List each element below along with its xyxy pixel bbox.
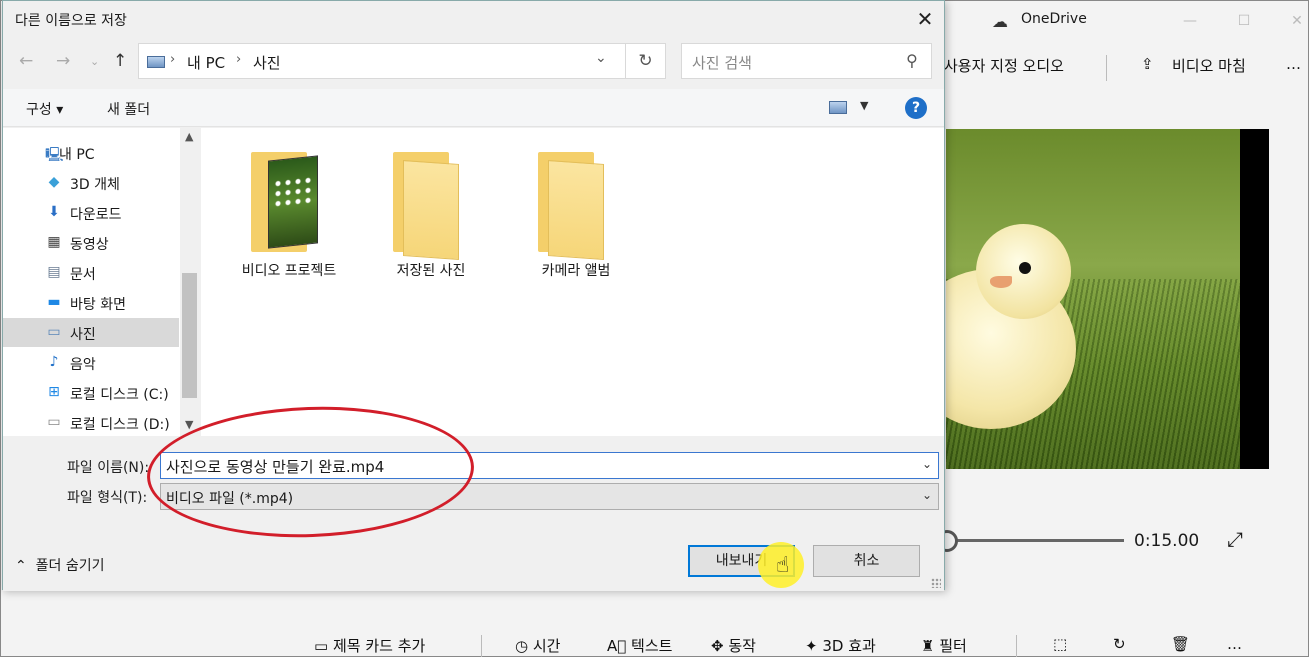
cancel-button[interactable]: 취소 xyxy=(813,545,920,577)
more-tools-button[interactable]: … xyxy=(1227,635,1242,653)
file-type-label: 파일 형식(T): xyxy=(67,490,148,506)
breadcrumb-this-pc[interactable]: 내 PC xyxy=(187,52,225,73)
scroll-up-icon[interactable]: ▲ xyxy=(185,130,193,143)
organize-menu[interactable]: 구성 ▾ xyxy=(26,99,63,119)
folder-camera-roll[interactable]: 카메라 앨범 xyxy=(511,148,641,288)
help-icon[interactable]: ? xyxy=(905,97,927,119)
desktop-icon: ▬ xyxy=(47,294,61,310)
folder-saved-pictures[interactable]: 저장된 사진 xyxy=(366,148,496,288)
rotate-icon[interactable]: ↻ xyxy=(1113,635,1126,653)
search-input[interactable]: 사진 검색 ⚲ xyxy=(681,43,932,79)
text-button[interactable]: A⃞ 텍스트 xyxy=(607,635,672,656)
nav-item-downloads[interactable]: ⬇ 다운로드 xyxy=(3,198,179,227)
nav-item-documents[interactable]: ▤ 문서 xyxy=(3,258,179,287)
folder-label: 비디오 프로젝트 xyxy=(241,263,337,279)
folder-label: 저장된 사진 xyxy=(396,263,466,279)
add-title-card-button[interactable]: ▭ 제목 카드 추가 xyxy=(314,635,425,656)
nav-item-drive-d[interactable]: ▭ 로컬 디스크 (D:) xyxy=(3,408,179,436)
delete-icon[interactable]: 🗑 xyxy=(1171,635,1190,653)
forward-arrow-icon[interactable]: → xyxy=(56,51,70,71)
chick-photo xyxy=(946,129,1240,469)
3d-objects-icon: ◆ xyxy=(48,174,60,190)
dialog-title: 다른 이름으로 저장 xyxy=(15,13,127,29)
expand-icon[interactable]: ⤢ xyxy=(1227,527,1243,551)
refresh-button[interactable]: ↻ xyxy=(626,43,666,79)
save-as-dialog: 다른 이름으로 저장 ✕ ← → ⌄ ↑ › 내 PC › 사진 ⌄ ↻ 사진 … xyxy=(2,0,945,591)
pictures-folder-icon xyxy=(147,56,165,68)
hand-cursor-icon: ☝ xyxy=(776,553,790,578)
close-dialog-button[interactable]: ✕ xyxy=(908,4,942,34)
nav-scrollbar[interactable]: ▲ ▼ xyxy=(180,128,199,436)
maximize-button[interactable]: ☐ xyxy=(1230,9,1258,33)
close-window-button[interactable]: ✕ xyxy=(1283,9,1309,33)
nav-item-desktop[interactable]: ▬ 바탕 화면 xyxy=(3,288,179,317)
more-options-button[interactable]: … xyxy=(1286,55,1301,73)
file-name-label: 파일 이름(N): xyxy=(67,460,150,476)
address-dropdown-icon[interactable]: ⌄ xyxy=(595,50,607,66)
finish-video-button[interactable]: 비디오 마침 xyxy=(1172,55,1246,76)
app-toolbar: 사용자 지정 오디오 ⇪ 비디오 마침 … xyxy=(944,45,1308,89)
view-options-icon[interactable] xyxy=(829,101,847,114)
new-folder-button[interactable]: 새 폴더 xyxy=(107,99,150,119)
file-list: 비디오 프로젝트 저장된 사진 카메라 앨범 xyxy=(201,128,944,436)
drive-d-icon: ▭ xyxy=(47,414,61,430)
nav-item-this-pc[interactable]: 🖳 내 PC xyxy=(3,138,179,167)
up-arrow-icon[interactable]: ↑ xyxy=(113,51,127,71)
navigation-pane: 🖳 내 PC ◆ 3D 개체 ⬇ 다운로드 ▦ 동영상 ▤ 문서 ▬ 바탕 화면… xyxy=(3,128,199,436)
download-icon: ⬇ xyxy=(48,204,60,220)
filters-button[interactable]: ♜ 필터 xyxy=(921,635,967,656)
bottom-toolbar: ▭ 제목 카드 추가 ◷ 시간 A⃞ 텍스트 ✥ 동작 ✦ 3D 효과 ♜ 필터… xyxy=(1,629,1309,657)
pictures-icon: ▭ xyxy=(47,324,61,340)
back-arrow-icon[interactable]: ← xyxy=(19,51,33,71)
nav-item-drive-c[interactable]: ⊞ 로컬 디스크 (C:) xyxy=(3,378,179,407)
scroll-thumb[interactable] xyxy=(182,273,197,398)
video-icon: ▦ xyxy=(47,234,61,250)
minimize-button[interactable]: — xyxy=(1176,9,1204,33)
hide-folders-toggle[interactable]: ⌃ 폴더 숨기기 xyxy=(15,555,105,575)
view-dropdown-icon[interactable]: ▼ xyxy=(860,99,868,112)
breadcrumb-separator-icon[interactable]: › xyxy=(236,52,241,67)
nav-item-videos[interactable]: ▦ 동영상 xyxy=(3,228,179,257)
folder-video-projects[interactable]: 비디오 프로젝트 xyxy=(224,148,354,288)
address-bar[interactable]: › 내 PC › 사진 ⌄ xyxy=(138,43,626,79)
command-bar: 구성 ▾ 새 폴더 ▼ ? xyxy=(3,89,944,127)
folder-preview-thumbnail xyxy=(268,155,318,249)
app-titlebar: ☁ OneDrive — ☐ ✕ xyxy=(946,1,1308,41)
resize-grip[interactable] xyxy=(931,578,941,588)
custom-audio-button[interactable]: 사용자 지정 오디오 xyxy=(944,55,1064,76)
chevron-down-icon[interactable]: ⌄ xyxy=(922,457,932,471)
duration-text: 0:15.00 xyxy=(1134,531,1200,551)
crop-icon[interactable]: ⬚ xyxy=(1053,635,1067,653)
document-icon: ▤ xyxy=(47,264,61,280)
recent-locations-chevron-icon[interactable]: ⌄ xyxy=(90,55,99,68)
3d-effects-button[interactable]: ✦ 3D 효과 xyxy=(805,635,876,656)
video-preview[interactable] xyxy=(946,129,1269,469)
duration-button[interactable]: ◷ 시간 xyxy=(515,635,560,656)
app-title: OneDrive xyxy=(1021,11,1087,27)
scroll-down-icon[interactable]: ▼ xyxy=(185,418,193,431)
nav-item-music[interactable]: ♪ 음악 xyxy=(3,348,179,377)
breadcrumb-pictures[interactable]: 사진 xyxy=(253,52,281,73)
search-placeholder: 사진 검색 xyxy=(692,54,752,72)
chevron-down-icon[interactable]: ⌄ xyxy=(922,488,932,502)
nav-item-3d-objects[interactable]: ◆ 3D 개체 xyxy=(3,168,179,197)
breadcrumb-separator-icon[interactable]: › xyxy=(170,52,175,67)
share-icon: ⇪ xyxy=(1141,55,1154,73)
toolbar-divider xyxy=(1106,55,1107,81)
music-icon: ♪ xyxy=(49,354,59,370)
folder-label: 카메라 앨범 xyxy=(541,263,611,279)
motion-button[interactable]: ✥ 동작 xyxy=(711,635,756,656)
playback-scrubber[interactable] xyxy=(936,529,1126,553)
navigation-bar: ← → ⌄ ↑ › 내 PC › 사진 ⌄ ↻ 사진 검색 ⚲ xyxy=(3,41,944,85)
search-icon: ⚲ xyxy=(906,51,918,70)
drive-c-icon: ⊞ xyxy=(48,384,60,400)
cloud-icon: ☁ xyxy=(992,12,1008,31)
nav-item-pictures[interactable]: ▭ 사진 xyxy=(3,318,179,347)
